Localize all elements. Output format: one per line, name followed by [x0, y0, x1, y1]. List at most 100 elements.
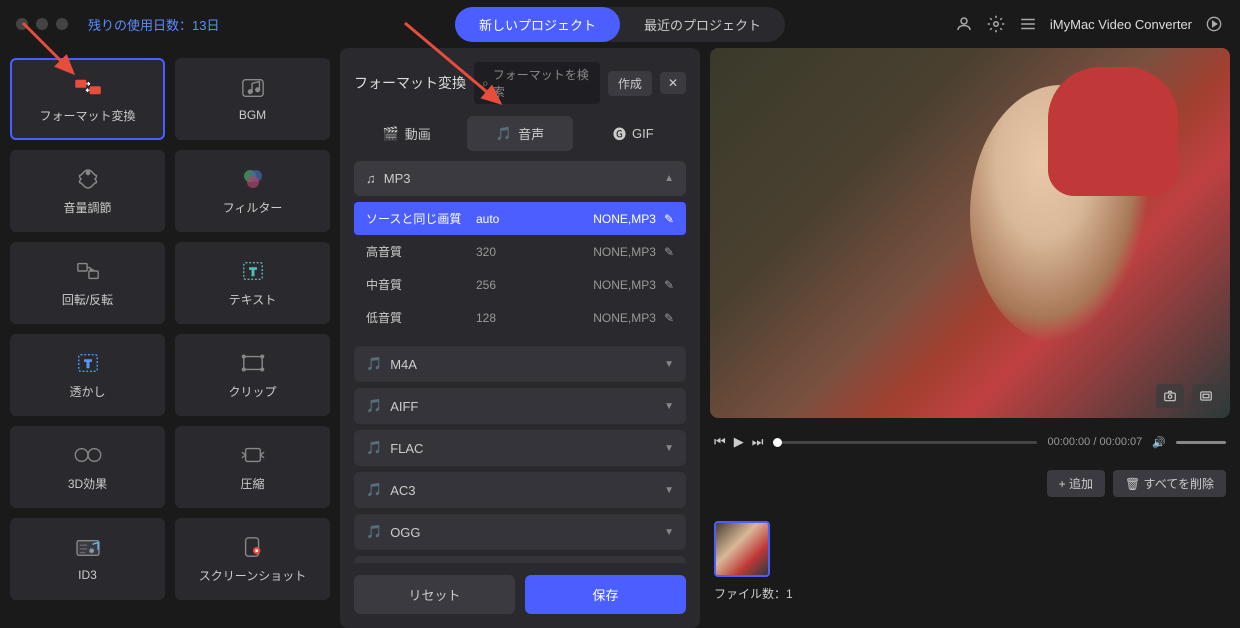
format-group-flac[interactable]: 🎵FLAC▼: [354, 430, 686, 466]
preview-panel: ⏮ ▶ ⏭ 00:00:00 / 00:00:07 🔊 + 追加 🗑 すべてを削…: [710, 48, 1230, 628]
tool-label: 回転/反転: [62, 291, 113, 308]
progress-handle[interactable]: [773, 438, 782, 447]
music-icon: ♫: [366, 171, 376, 186]
app-name: iMyMac Video Converter: [1050, 17, 1192, 32]
panel-title: フォーマット変換: [354, 73, 466, 93]
quality-bitrate: 128: [476, 311, 546, 325]
format-list: ♫MP3 ▲ ソースと同じ画質autoNONE,MP3✎高音質320NONE,M…: [354, 161, 686, 563]
time-display: 00:00:00 / 00:00:07: [1047, 436, 1142, 448]
format-group-ogg[interactable]: 🎵OGG▼: [354, 514, 686, 550]
tool-card-clip[interactable]: クリップ: [175, 334, 330, 416]
search-placeholder: フォーマットを検索: [493, 66, 592, 100]
preview-frame: [710, 48, 1230, 418]
tool-label: ID3: [78, 568, 97, 582]
tool-sidebar: フォーマット変換BGM 音量調節 フィルター回転/反転 T テキスト T透かしクリップ 3D…: [10, 48, 330, 628]
rotate-icon: [72, 259, 104, 283]
format-type-tabs: 🎬動画 🎵音声 🅖GIF: [354, 116, 686, 151]
format-group-mp3[interactable]: ♫MP3 ▲: [354, 161, 686, 196]
format-name: AIFF: [390, 399, 418, 414]
playback-controls: ⏮ ▶ ⏭: [714, 434, 763, 450]
quality-bitrate: 256: [476, 278, 546, 292]
snapshot-button[interactable]: [1156, 384, 1184, 408]
edit-icon[interactable]: ✎: [664, 278, 674, 292]
quality-row[interactable]: 中音質256NONE,MP3✎: [354, 268, 686, 301]
tool-card-id3[interactable]: ID3: [10, 518, 165, 600]
format-tab-video[interactable]: 🎬動画: [354, 116, 459, 151]
tool-card-screenshot[interactable]: スクリーンショット: [175, 518, 330, 600]
chevron-up-icon: ▲: [664, 173, 674, 184]
tool-label: 3D効果: [68, 475, 107, 492]
format-tab-gif[interactable]: 🅖GIF: [581, 116, 686, 151]
tab-new-project[interactable]: 新しいプロジェクト: [455, 7, 620, 42]
volume-icon[interactable]: 🔊: [1152, 436, 1166, 449]
edit-icon[interactable]: ✎: [664, 245, 674, 259]
svg-text:T: T: [249, 266, 256, 278]
tool-card-convert[interactable]: フォーマット変換: [10, 58, 165, 140]
tool-card-volume[interactable]: 音量調節: [10, 150, 165, 232]
text-icon: T: [237, 259, 269, 283]
quality-codec: NONE,MP3: [546, 212, 656, 226]
tool-label: 音量調節: [63, 199, 111, 216]
menu-icon[interactable]: [1018, 14, 1038, 34]
tool-card-filter[interactable]: フィルター: [175, 150, 330, 232]
next-button[interactable]: ⏭: [752, 434, 764, 450]
add-file-button[interactable]: + 追加: [1047, 470, 1105, 497]
tool-card-watermark[interactable]: T透かし: [10, 334, 165, 416]
reset-button[interactable]: リセット: [354, 575, 515, 614]
window-close-dot[interactable]: [16, 18, 28, 30]
tool-card-compress[interactable]: 圧縮: [175, 426, 330, 508]
close-button[interactable]: ✕: [660, 72, 686, 94]
volume-icon: [72, 167, 104, 191]
file-thumbnail[interactable]: [714, 521, 770, 577]
chevron-down-icon: ▼: [664, 485, 674, 496]
format-group-ac3[interactable]: 🎵AC3▼: [354, 472, 686, 508]
window-minimize-dot[interactable]: [36, 18, 48, 30]
quality-row[interactable]: 高音質320NONE,MP3✎: [354, 235, 686, 268]
quality-row[interactable]: 低音質128NONE,MP3✎: [354, 301, 686, 334]
save-button[interactable]: 保存: [525, 575, 686, 614]
tool-card-rotate[interactable]: 回転/反転: [10, 242, 165, 324]
user-icon[interactable]: [954, 14, 974, 34]
svg-text:T: T: [84, 358, 91, 370]
header-right: iMyMac Video Converter: [954, 14, 1224, 34]
tool-label: フィルター: [223, 199, 283, 216]
create-button[interactable]: 作成: [608, 71, 652, 96]
tool-label: テキスト: [229, 291, 277, 308]
panel-footer: リセット 保存: [354, 575, 686, 614]
settings-icon[interactable]: [986, 14, 1006, 34]
play-button[interactable]: ▶: [734, 434, 744, 450]
audio-format-icon: 🎵: [366, 398, 382, 414]
format-group-caf[interactable]: 🎵CAF▼: [354, 556, 686, 563]
quality-name: 低音質: [366, 309, 476, 326]
progress-slider[interactable]: [773, 441, 1037, 444]
tool-card-3d[interactable]: 3D効果: [10, 426, 165, 508]
format-search-input[interactable]: ⌕ フォーマットを検索: [474, 62, 600, 104]
audio-format-icon: 🎵: [366, 440, 382, 456]
window-controls: [16, 18, 68, 30]
window-maximize-dot[interactable]: [56, 18, 68, 30]
chevron-down-icon: ▼: [664, 527, 674, 538]
edit-icon[interactable]: ✎: [664, 212, 674, 226]
quality-name: ソースと同じ画質: [366, 210, 476, 227]
fullscreen-button[interactable]: [1192, 384, 1220, 408]
file-count-label: ファイル数：1: [714, 585, 1226, 602]
edit-icon[interactable]: ✎: [664, 311, 674, 325]
quality-bitrate: 320: [476, 245, 546, 259]
delete-all-button[interactable]: 🗑 すべてを削除: [1113, 470, 1226, 497]
format-group-aiff[interactable]: 🎵AIFF▼: [354, 388, 686, 424]
format-name: FLAC: [390, 441, 423, 456]
quality-row[interactable]: ソースと同じ画質autoNONE,MP3 ✎: [354, 202, 686, 235]
format-group-m4a[interactable]: 🎵M4A▼: [354, 346, 686, 382]
tab-recent-project[interactable]: 最近のプロジェクト: [620, 7, 785, 42]
prev-button[interactable]: ⏮: [714, 434, 726, 450]
file-list: ファイル数：1: [710, 511, 1230, 612]
tool-label: クリップ: [228, 383, 276, 400]
volume-slider[interactable]: [1176, 441, 1226, 444]
3d-icon: [72, 443, 104, 467]
tool-card-bgm[interactable]: BGM: [175, 58, 330, 140]
panel-header: フォーマット変換 ⌕ フォーマットを検索 作成 ✕: [354, 62, 686, 104]
quality-name: 中音質: [366, 276, 476, 293]
format-tab-audio[interactable]: 🎵音声: [467, 116, 572, 151]
tool-card-text[interactable]: T テキスト: [175, 242, 330, 324]
quality-bitrate: auto: [476, 212, 546, 226]
